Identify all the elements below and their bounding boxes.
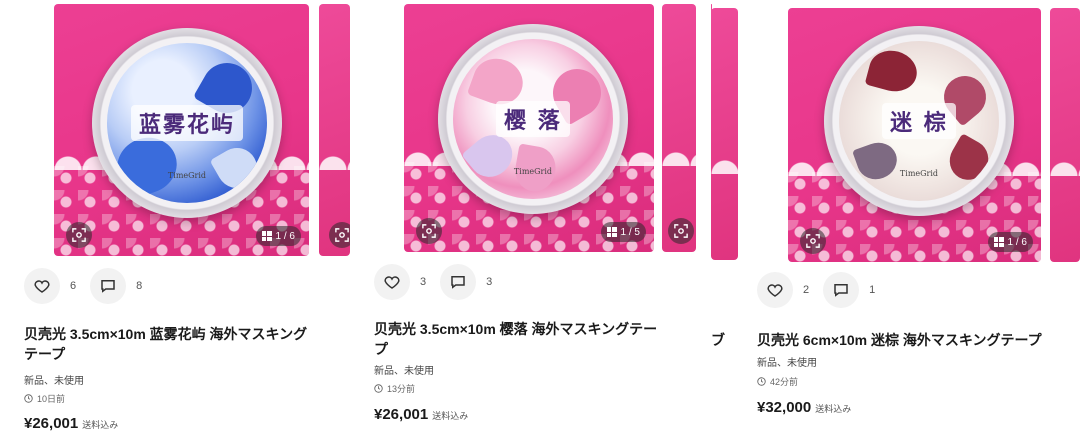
product-image[interactable]: 蓝雾花屿 TimeGrid 1 / 6 <box>54 4 309 256</box>
image-page-indicator: 1 / 6 <box>255 226 301 246</box>
grid-icon <box>606 227 617 237</box>
tape-title: 蓝雾花屿 <box>130 104 243 141</box>
posted-time: 42分前 <box>757 375 798 388</box>
price: ¥32,000 送料込み <box>757 399 851 416</box>
clock-icon <box>757 377 766 386</box>
like-button[interactable] <box>24 268 60 304</box>
price: ¥26,001 送料込み <box>24 415 118 432</box>
posted-time: 13分前 <box>374 382 415 395</box>
scan-icon <box>422 224 436 238</box>
scan-button[interactable] <box>66 222 92 248</box>
listing-card-1[interactable]: 蓝雾花屿 TimeGrid 1 / 6 6 8 贝壳光 3.5cm×10m 蓝雾… <box>0 0 350 432</box>
tape-brand: TimeGrid <box>513 167 553 177</box>
like-button[interactable] <box>374 264 410 300</box>
listing-title[interactable]: 贝壳光 3.5cm×10m 蓝雾花屿 海外マスキング テープ <box>24 324 344 364</box>
engagement-bar: 2 1 <box>757 272 889 308</box>
scan-button[interactable] <box>329 222 350 248</box>
listing-title[interactable]: 贝壳光 3.5cm×10m 樱落 海外マスキングテー プ <box>374 319 694 359</box>
item-condition: 新品、未使用 <box>24 376 84 387</box>
price-value: ¥32,000 <box>757 399 812 416</box>
scan-icon <box>674 224 688 238</box>
price: ¥26,001 送料込み <box>374 406 468 423</box>
listing-card-2[interactable]: 樱 落 TimeGrid 1 / 5 3 3 贝壳光 3.5cm×10m 樱落 … <box>350 0 712 423</box>
like-count: 3 <box>420 276 427 288</box>
comment-count: 3 <box>486 276 493 288</box>
tape-brand: TimeGrid <box>899 169 939 179</box>
next-image-preview[interactable] <box>319 4 350 256</box>
shipping-label: 送料込み <box>432 411 469 421</box>
scan-icon <box>335 228 349 242</box>
engagement-bar: 6 8 <box>24 268 156 304</box>
grid-icon <box>261 231 272 241</box>
comment-button[interactable] <box>90 268 127 304</box>
like-button[interactable] <box>757 272 793 308</box>
scan-button[interactable] <box>416 218 442 244</box>
grid-icon <box>993 237 1004 247</box>
product-image[interactable]: 樱 落 TimeGrid 1 / 5 <box>404 4 654 252</box>
adjacent-image-preview[interactable] <box>711 8 738 260</box>
comment-icon <box>834 284 848 297</box>
truncated-title-fragment: ブ <box>711 332 725 348</box>
comment-button[interactable] <box>440 264 477 300</box>
item-condition: 新品、未使用 <box>757 358 817 369</box>
tape-roll: 迷 棕 TimeGrid <box>824 26 1014 216</box>
tape-brand: TimeGrid <box>167 171 207 181</box>
listing-feed: 蓝雾花屿 TimeGrid 1 / 6 6 8 贝壳光 3.5cm×10m 蓝雾… <box>0 0 1080 439</box>
comment-icon <box>451 276 465 289</box>
like-count: 6 <box>70 280 77 292</box>
like-count: 2 <box>803 284 810 296</box>
tape-title: 樱 落 <box>496 100 570 137</box>
price-value: ¥26,001 <box>374 406 429 423</box>
posted-time: 10日前 <box>24 392 65 405</box>
image-page-indicator: 1 / 5 <box>600 222 646 242</box>
scan-icon <box>806 234 820 248</box>
tape-title: 迷 棕 <box>882 102 956 139</box>
scan-icon <box>72 228 86 242</box>
heart-icon <box>767 284 783 297</box>
engagement-bar: 3 3 <box>374 264 506 300</box>
comment-count: 8 <box>136 280 143 292</box>
product-image[interactable]: 迷 棕 TimeGrid 1 / 6 <box>788 8 1041 262</box>
listing-card-3[interactable]: 迷 棕 TimeGrid 1 / 6 2 1 贝壳光 6cm×10m 迷棕 海外… <box>735 0 1080 416</box>
listing-title[interactable]: 贝壳光 6cm×10m 迷棕 海外マスキングテープ <box>757 330 1077 350</box>
tape-roll: 樱 落 TimeGrid <box>438 24 628 214</box>
image-page-indicator: 1 / 6 <box>987 232 1033 252</box>
comment-count: 1 <box>869 284 876 296</box>
scan-button[interactable] <box>800 228 826 254</box>
price-value: ¥26,001 <box>24 415 79 432</box>
clock-icon <box>24 394 33 403</box>
shipping-label: 送料込み <box>82 420 119 430</box>
item-condition: 新品、未使用 <box>374 366 434 377</box>
comment-button[interactable] <box>823 272 860 308</box>
shipping-label: 送料込み <box>815 404 852 414</box>
heart-icon <box>34 280 50 293</box>
next-image-preview[interactable] <box>1050 8 1080 262</box>
clock-icon <box>374 384 383 393</box>
heart-icon <box>384 276 400 289</box>
comment-icon <box>101 280 115 293</box>
scan-button[interactable] <box>668 218 694 244</box>
tape-roll: 蓝雾花屿 TimeGrid <box>92 28 282 218</box>
next-image-preview[interactable] <box>662 4 696 252</box>
